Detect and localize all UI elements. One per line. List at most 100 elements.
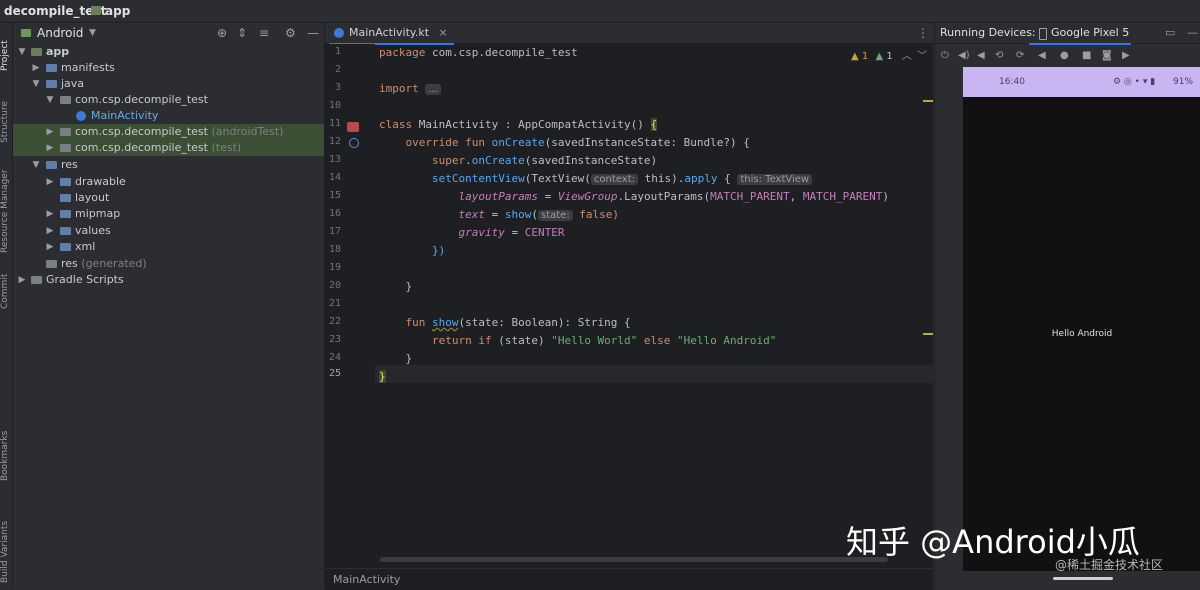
more-icon[interactable]: ⋮ [917, 26, 929, 40]
code-line: class MainActivity : AppCompatActivity()… [379, 118, 658, 131]
code-line: text = show(state: false) [458, 208, 620, 221]
gesture-bar[interactable] [1053, 577, 1113, 580]
device-tab[interactable]: Google Pixel 5 [1029, 23, 1131, 45]
close-icon[interactable]: × [439, 26, 448, 39]
code-line: super.onCreate(savedInstanceState) [379, 154, 658, 167]
project-panel-header: Android ▼ ⊕ ⇕ ≡ ⚙ — [13, 23, 324, 43]
back-icon[interactable]: ◀ [1038, 50, 1046, 61]
tree-item-res-generated[interactable]: res (generated) [13, 256, 324, 272]
app-content[interactable]: Hello Android [963, 97, 1200, 580]
line-number: 22 [328, 316, 341, 327]
line-number: 17 [328, 226, 341, 237]
line-number: 2 [334, 64, 341, 75]
home-icon[interactable]: ● [1060, 50, 1069, 61]
record-icon[interactable]: ▶ [1122, 50, 1130, 61]
code-editor: MainActivity.kt × ⋮ ▲ 1 ▲ 1 ︿ ﹀ 1 2 3 10… [325, 23, 933, 590]
target-icon[interactable]: ⊕ [217, 23, 227, 43]
code-line: }) [379, 244, 446, 257]
line-number: 14 [328, 172, 341, 183]
code-line: return if (state) "Hello World" else "He… [379, 334, 777, 347]
line-number: 19 [328, 262, 341, 273]
watermark-sub: @稀土掘金技术社区 [1055, 558, 1164, 572]
run-gutter-icon[interactable] [347, 122, 359, 132]
panel-title: Running Devices: [940, 26, 1036, 39]
camera-icon[interactable]: ◙ [1102, 50, 1112, 61]
tree-item-mainactivity[interactable]: MainActivity [13, 108, 324, 124]
code-line: fun show(state: Boolean): String { [379, 316, 631, 329]
horizontal-scrollbar[interactable] [380, 557, 888, 562]
phone-status-bar: 16:40 ⚙ ◎ • ▾ ▮ 91% [963, 67, 1200, 97]
tool-tab-project[interactable]: Project [0, 29, 12, 71]
override-gutter-icon[interactable] [349, 138, 359, 148]
tree-item-app[interactable]: ▼ app [13, 44, 324, 60]
phone-clock: 16:40 [999, 77, 1025, 87]
tree-item-mipmap[interactable]: ▶ mipmap [13, 206, 324, 222]
tree-item-xml[interactable]: ▶ xml [13, 239, 324, 255]
layout-icon[interactable]: ▭ [1165, 23, 1175, 43]
overview-icon[interactable]: ■ [1082, 50, 1091, 61]
expand-all-icon[interactable]: ⇕ [237, 23, 247, 43]
minimize-icon[interactable]: — [1187, 23, 1198, 43]
rotate-left-icon[interactable]: ⟲ [995, 50, 1003, 61]
module-icon [91, 6, 101, 15]
line-number: 23 [328, 334, 341, 345]
tree-item-package-test[interactable]: ▶ com.csp.decompile_test (test) [13, 140, 324, 156]
line-number-gutter: 1 2 3 10 11 12 13 14 15 16 17 18 19 20 2… [325, 44, 375, 572]
gear-icon[interactable]: ⚙ [285, 23, 296, 43]
project-view-selector[interactable]: Android [37, 23, 83, 43]
breadcrumb-module[interactable]: app [105, 0, 130, 22]
line-number: 25 [328, 368, 341, 379]
tree-item-gradle-scripts[interactable]: ▶ Gradle Scripts [13, 272, 324, 288]
tree-item-package-main[interactable]: ▼ com.csp.decompile_test [13, 92, 324, 108]
line-number: 18 [328, 244, 341, 255]
tree-item-layout[interactable]: layout [13, 190, 324, 206]
rotate-right-icon[interactable]: ⟳ [1016, 50, 1024, 61]
tree-item-java[interactable]: ▼ java [13, 76, 324, 92]
tool-window-strip: Project Structure Resource Manager Commi… [0, 23, 13, 589]
project-panel: Android ▼ ⊕ ⇕ ≡ ⚙ — ▼ app ▶ manifests ▼ … [13, 23, 325, 589]
code-line: package com.csp.decompile_test [379, 46, 578, 59]
power-icon[interactable]: ⏻ [941, 50, 949, 61]
line-number: 1 [334, 46, 341, 57]
tree-item-manifests[interactable]: ▶ manifests [13, 60, 324, 76]
running-devices-panel: Running Devices: Google Pixel 5 ▭ — ⏻ ◀)… [934, 23, 1200, 589]
breadcrumb: decompile_test › app [0, 0, 1200, 23]
tab-mainactivity[interactable]: MainActivity.kt × [329, 23, 454, 45]
tool-tab-structure[interactable]: Structure [0, 85, 12, 143]
tool-tab-build-variants[interactable]: Build Variants [0, 501, 12, 583]
hello-text: Hello Android [1051, 329, 1113, 339]
breadcrumb-class[interactable]: MainActivity [333, 569, 400, 590]
kotlin-class-icon [76, 111, 86, 121]
tool-tab-commit[interactable]: Commit [0, 261, 12, 309]
code-line: } [379, 352, 413, 365]
editor-breadcrumb: MainActivity [325, 568, 933, 590]
line-number: 16 [328, 208, 341, 219]
tree-item-drawable[interactable]: ▶ drawable [13, 174, 324, 190]
code-content[interactable]: package com.csp.decompile_test import ..… [375, 44, 933, 572]
phone-battery: 91% [1173, 77, 1194, 87]
tree-item-package-androidtest[interactable]: ▶ com.csp.decompile_test (androidTest) [13, 124, 324, 140]
code-line: import ... [379, 80, 441, 98]
android-icon [21, 29, 31, 37]
volume-down-icon[interactable]: ◀ [977, 50, 985, 61]
chevron-down-icon[interactable]: ▼ [89, 23, 96, 43]
parameter-hint: state: [537, 210, 573, 221]
line-number: 24 [328, 352, 341, 363]
tree-item-res[interactable]: ▼ res [13, 157, 324, 173]
line-number: 3 [334, 82, 341, 93]
code-line: override fun onCreate(savedInstanceState… [379, 136, 750, 149]
tree-item-values[interactable]: ▶ values [13, 223, 324, 239]
minimize-icon[interactable]: — [307, 23, 319, 43]
editor-tab-bar: MainActivity.kt × ⋮ [325, 23, 933, 45]
code-line: gravity = CENTER [458, 226, 565, 239]
folded-imports[interactable]: ... [425, 84, 441, 95]
collapse-all-icon[interactable]: ≡ [259, 23, 269, 43]
status-icons: ⚙ ◎ • ▾ ▮ [1113, 77, 1156, 87]
code-line: layoutParams = ViewGroup.LayoutParams(MA… [458, 190, 890, 203]
device-panel-header: Running Devices: Google Pixel 5 ▭ — [935, 23, 1200, 45]
code-line: setContentView(TextView(context: this).a… [379, 170, 813, 188]
tool-tab-bookmarks[interactable]: Bookmarks [0, 423, 12, 481]
volume-up-icon[interactable]: ◀) [958, 50, 970, 61]
tool-tab-resource-manager[interactable]: Resource Manager [0, 153, 12, 253]
device-screen[interactable]: 16:40 ⚙ ◎ • ▾ ▮ 91% Hello Android [963, 67, 1200, 580]
